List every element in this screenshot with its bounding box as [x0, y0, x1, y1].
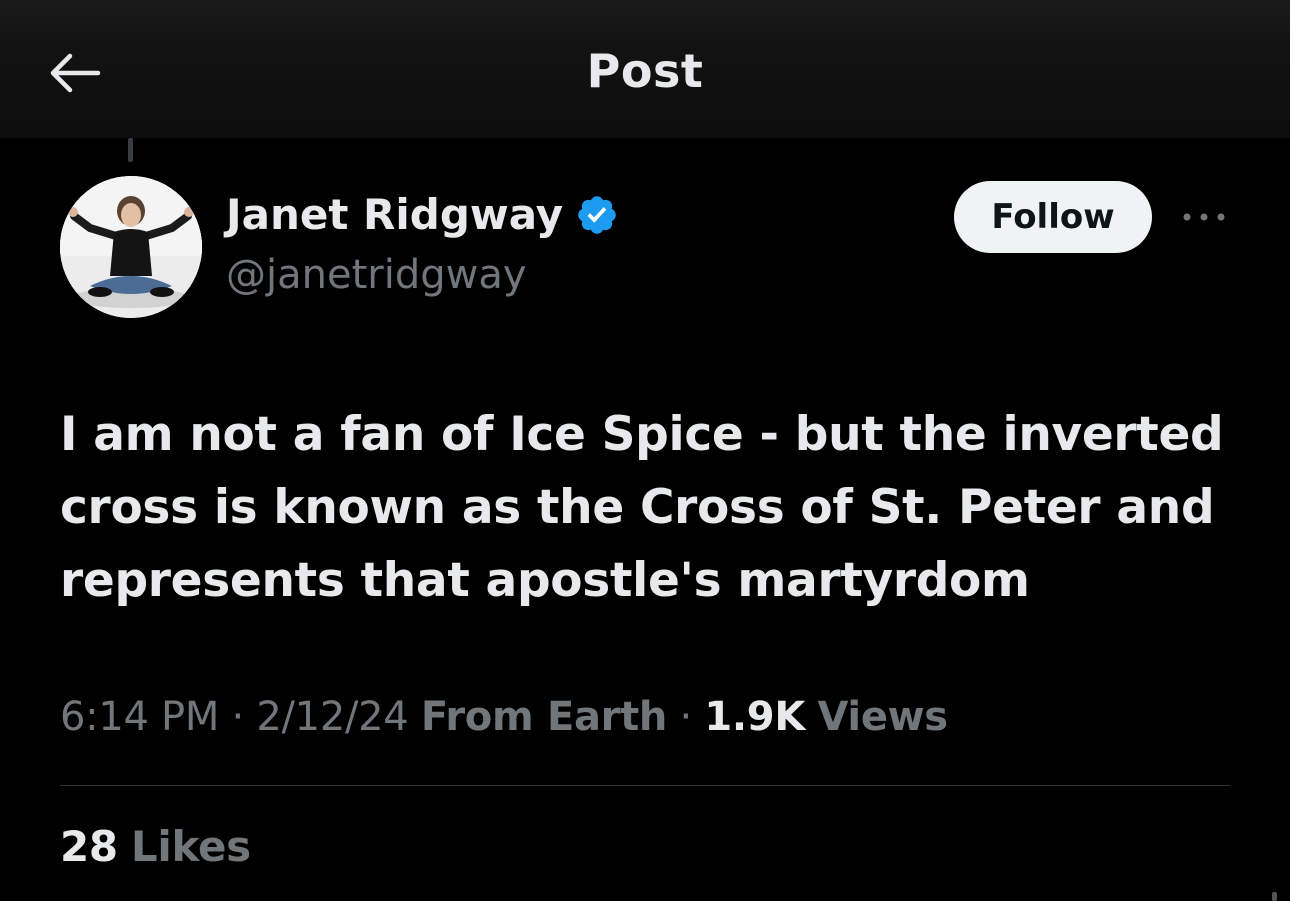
views-count: 1.9K	[704, 694, 806, 740]
post-text: I am not a fan of Ice Spice - but the in…	[60, 407, 1224, 608]
author-handle[interactable]: @janetridgway	[226, 252, 527, 298]
post-date[interactable]: 2/12/24	[256, 694, 408, 740]
more-horizontal-icon	[1183, 213, 1225, 221]
follow-button[interactable]: Follow	[954, 181, 1152, 253]
author-name[interactable]: Janet Ridgway	[226, 190, 619, 239]
likes-count: 28	[60, 822, 118, 871]
views-label: Views	[817, 694, 948, 740]
likes-label: Likes	[130, 822, 251, 871]
verified-badge-icon[interactable]	[575, 193, 619, 237]
more-options-button[interactable]	[1176, 200, 1232, 234]
avatar-photo	[60, 176, 202, 318]
meta-separator: ·	[679, 694, 693, 740]
author-name-text: Janet Ridgway	[226, 190, 564, 239]
avatar[interactable]	[60, 176, 202, 318]
post-source: From Earth	[420, 694, 668, 740]
divider	[60, 785, 1230, 786]
meta-separator: ·	[231, 694, 245, 740]
top-navigation-bar: Post	[0, 0, 1290, 138]
scrollbar[interactable]	[1272, 892, 1277, 901]
likes-stat[interactable]: 28 Likes	[60, 822, 251, 871]
post-metadata: 6:14 PM · 2/12/24 From Earth · 1.9K View…	[60, 694, 948, 740]
post-time[interactable]: 6:14 PM	[60, 694, 219, 740]
thread-connector-line	[128, 138, 133, 162]
page-title: Post	[586, 44, 704, 98]
post-page: Post Janet Ridgway @janetridgway Follow …	[0, 0, 1290, 901]
